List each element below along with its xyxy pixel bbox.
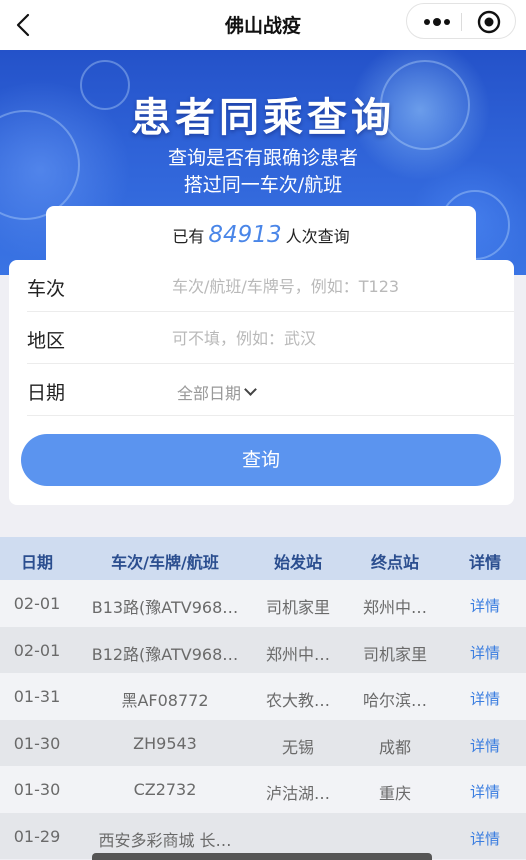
home-indicator[interactable] (92, 853, 432, 860)
banner-subtitle: 查询是否有跟确诊患者 (167, 147, 358, 169)
cell-date: 02-01 (13, 594, 61, 613)
cell-to: 司机家里 (362, 644, 427, 664)
table-row: 01-30 ZH9543 无锡 成都 详情 (0, 719, 526, 766)
table-row: 01-31 黑AF08772 农大教… 哈尔滨… 详情 (0, 673, 526, 720)
column-header-from: 始发站 (273, 553, 322, 572)
column-header-trip: 车次/车牌/航班 (111, 553, 219, 572)
cell-from: 泸沽湖… (265, 784, 330, 803)
search-form: 车次 地区 日期 全部日期 查询 (9, 260, 514, 505)
date-select[interactable]: 全部日期 (177, 380, 257, 404)
capsule-divider (461, 13, 462, 31)
cell-from: 无锡 (281, 737, 314, 757)
cell-date: 01-30 (13, 733, 61, 753)
trip-label: 车次 (27, 278, 66, 300)
cell-trip: 黑AF08772 (121, 691, 209, 710)
results-table: 日期 车次/车牌/航班 始发站 终点站 详情 02-01 B13路(豫ATV96… (0, 537, 526, 859)
cell-trip: 西安多彩商城 长… (98, 830, 232, 850)
cell-trip: B12路(豫ATV968… (91, 644, 239, 664)
detail-link[interactable]: 详情 (450, 595, 520, 616)
cell-to: 成都 (378, 737, 411, 757)
detail-link[interactable]: 详情 (450, 828, 520, 849)
detail-link[interactable]: 详情 (450, 688, 520, 709)
target-close-icon (477, 10, 501, 34)
nav-bar: 佛山战疫 (0, 0, 526, 50)
trip-row: 车次 (27, 260, 514, 312)
column-header-to: 终点站 (370, 553, 419, 572)
query-count-card: 已有 84913 人次查询 (46, 206, 476, 268)
more-dots-icon (424, 18, 450, 26)
cell-from: 郑州中… (265, 644, 330, 664)
detail-link[interactable]: 详情 (450, 735, 520, 756)
banner-subtitle: 搭过同一车次/航班 (183, 174, 343, 196)
table-row: 02-01 B12路(豫ATV968… 郑州中… 司机家里 详情 (0, 626, 526, 673)
cell-to: 哈尔滨… (362, 691, 427, 710)
cell-from: 农大教… (265, 691, 330, 710)
count-suffix: 人次查询 (285, 227, 350, 246)
detail-link[interactable]: 详情 (450, 642, 520, 663)
close-button[interactable] (469, 9, 509, 35)
cell-date: 01-30 (13, 780, 61, 799)
date-row: 日期 全部日期 (27, 364, 514, 416)
detail-link[interactable]: 详情 (450, 781, 520, 802)
cell-to: 郑州中… (362, 598, 427, 617)
date-select-value: 全部日期 (177, 384, 242, 403)
cell-date: 01-31 (13, 687, 61, 706)
query-button[interactable]: 查询 (21, 434, 501, 486)
table-row: 02-01 B13路(豫ATV968… 司机家里 郑州中… 详情 (0, 580, 526, 627)
chevron-down-icon (244, 383, 257, 396)
trip-input[interactable] (172, 272, 492, 300)
column-header-date: 日期 (20, 553, 53, 572)
region-row: 地区 (27, 312, 514, 364)
cell-trip: B13路(豫ATV968… (91, 598, 239, 617)
date-label: 日期 (27, 382, 66, 404)
query-count-number: 84913 (208, 222, 282, 248)
mini-program-capsule (406, 3, 516, 39)
count-prefix: 已有 (172, 227, 205, 246)
cell-trip: CZ2732 (133, 780, 197, 799)
table-header: 日期 车次/车牌/航班 始发站 终点站 详情 (0, 537, 526, 580)
cell-from: 司机家里 (265, 598, 330, 617)
column-header-detail: 详情 (468, 553, 501, 572)
cell-trip: ZH9543 (133, 733, 197, 753)
region-label: 地区 (27, 330, 66, 352)
cell-to: 重庆 (378, 784, 411, 803)
cell-date: 01-29 (13, 826, 61, 846)
region-input[interactable] (172, 324, 492, 352)
banner-title: 患者同乘查询 (131, 95, 395, 141)
more-button[interactable] (417, 8, 457, 36)
query-count-line: 已有 84913 人次查询 (46, 222, 476, 248)
table-row: 01-30 CZ2732 泸沽湖… 重庆 详情 (0, 766, 526, 813)
cell-date: 02-01 (13, 640, 61, 660)
